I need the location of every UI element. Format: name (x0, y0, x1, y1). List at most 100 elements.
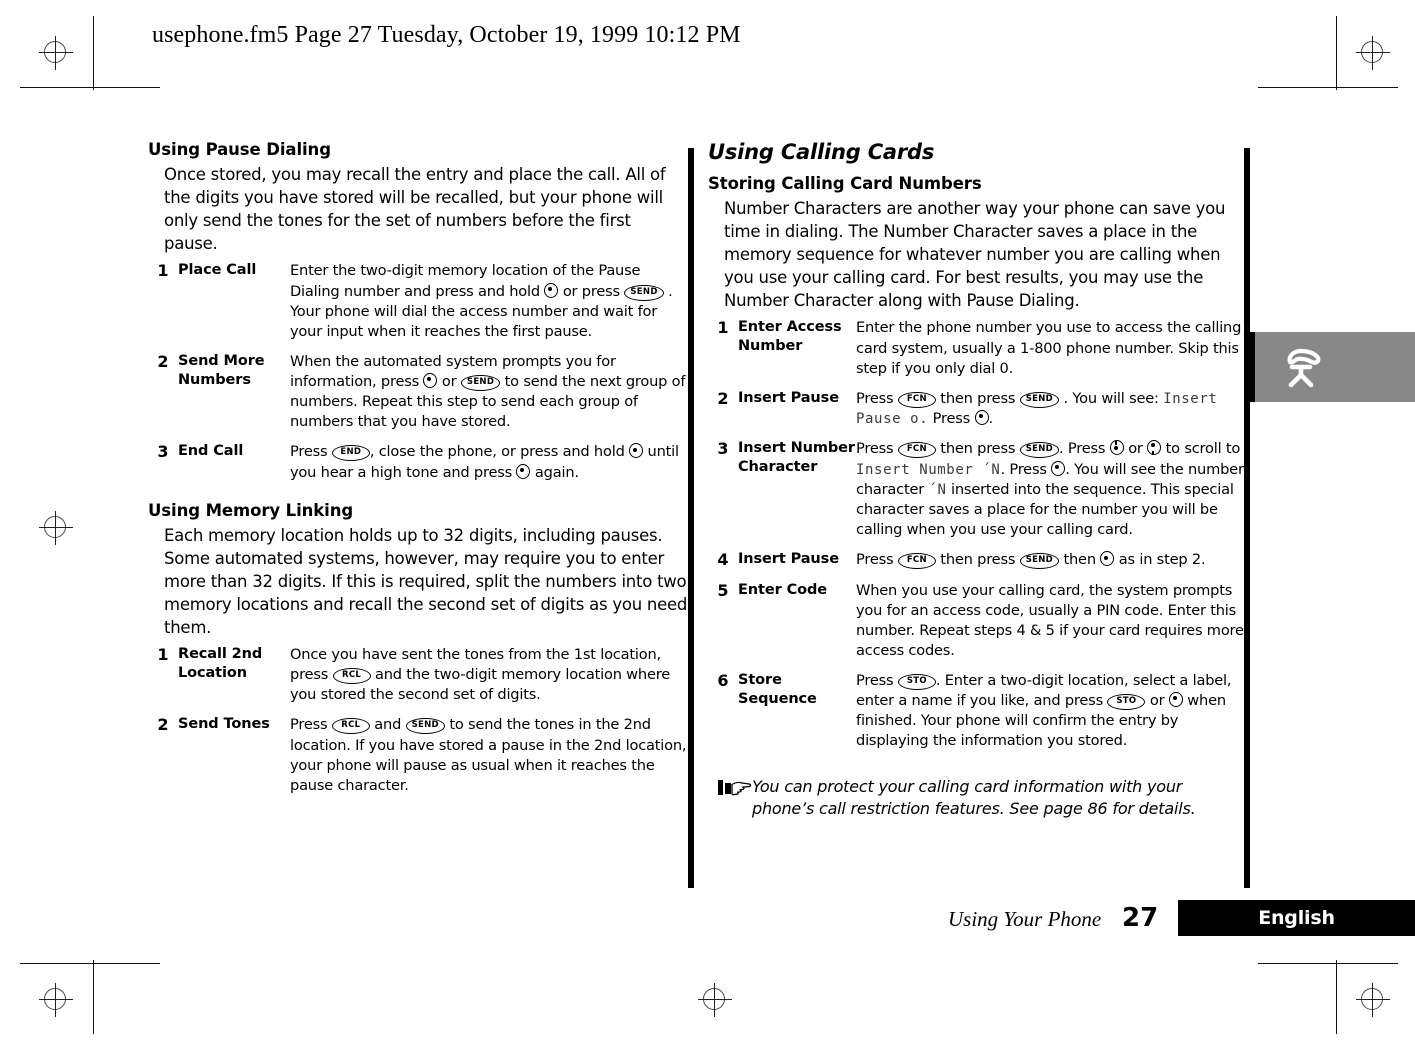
intro-paragraph: Once stored, you may recall the entry an… (164, 165, 666, 254)
select-key-icon (1100, 551, 1115, 567)
select-key-icon (544, 282, 559, 298)
step-description: When the automated system prompts you fo… (290, 352, 686, 431)
section-heading-using-pause-dialing: Using Pause Dialing (148, 140, 331, 159)
step-label: End Call (178, 443, 244, 460)
step-row: 5 Enter Code When you use your calling car… (708, 581, 1248, 672)
registration-mark-bottom-left (39, 983, 73, 1017)
column-rule-left (688, 148, 694, 888)
step-label: Insert Number Character (738, 440, 855, 476)
step-label: Store Sequence (738, 672, 817, 707)
step-row: 2 Send Tones Press RCL and SEND to send th… (148, 715, 688, 806)
step-number: 1 (157, 645, 169, 665)
intro-paragraph: Each memory location holds up to 32 digi… (164, 525, 688, 637)
select-key-icon (1051, 460, 1066, 476)
step-description: Enter the phone number you use to access… (856, 319, 1242, 377)
step-number: 2 (157, 715, 169, 735)
step-number: 4 (717, 550, 729, 570)
step-description: Enter the two-digit memory location of t… (290, 262, 673, 340)
select-key-icon (1168, 692, 1183, 708)
step-table: 1 Place Call Enter the two-digit memory lo… (148, 261, 688, 492)
phone-key-send: SEND (1019, 391, 1060, 408)
step-row: 1 Recall 2nd Location Once you have sent t… (148, 645, 688, 715)
scroll-down-key-icon (1147, 440, 1162, 456)
step-description: Press RCL and SEND to send the tones in … (290, 716, 687, 794)
step-label: Enter Access Number (738, 319, 842, 355)
step-label: Send Tones (178, 716, 270, 733)
step-number: 1 (157, 261, 169, 281)
step-label: Send More Numbers (178, 352, 265, 388)
crop-line-top-left-v (93, 16, 94, 90)
tip-note-text: You can protect your calling card inform… (752, 776, 1196, 818)
step-label: Recall 2nd Location (178, 646, 263, 681)
select-key-icon (423, 373, 438, 388)
crop-line-bottom-right-v (1336, 960, 1337, 1034)
phone-key-rcl: RCL (331, 718, 370, 735)
step-table: 1 Recall 2nd Location Once you have sent t… (148, 645, 688, 806)
step-number: 5 (717, 580, 729, 600)
crop-line-bottom-left-v (93, 960, 94, 1034)
phone-key-end: END (331, 445, 370, 462)
phone-key-fcn: FCN (897, 442, 936, 459)
section-heading-using-memory-linking: Using Memory Linking (148, 500, 354, 520)
crop-line-top-right-h (1258, 87, 1398, 88)
step-row: 4 Insert Pause Press FCN then press SEND t… (708, 550, 1248, 580)
step-number: 2 (157, 351, 169, 371)
step-label: Enter Code (738, 581, 828, 598)
step-row: 1 Place Call Enter the two-digit memory lo… (148, 261, 688, 352)
crop-line-bottom-left-h (20, 963, 160, 964)
crop-line-bottom-right-h (1258, 963, 1398, 964)
step-number: 1 (717, 318, 729, 338)
step-label: Insert Pause (738, 389, 839, 406)
footer-chapter-name: Using Your Phone (948, 907, 1102, 931)
select-key-icon (629, 443, 644, 459)
section-heading-calling-cards: Using Calling Cards (708, 140, 935, 164)
footer-page-number: 27 (1122, 903, 1159, 933)
select-key-icon (974, 410, 989, 426)
phone-key-sto: STO (897, 674, 936, 691)
step-row: 2 Send More Numbers When the automated sys… (148, 352, 688, 443)
step-number: 2 (717, 388, 729, 408)
registration-mark-top-right (1356, 36, 1390, 70)
lcd-display-text: ´N (928, 481, 947, 498)
phone-key-fcn: FCN (897, 553, 936, 570)
footer-language-badge: English (1178, 900, 1415, 936)
phone-key-send: SEND (1019, 553, 1060, 570)
step-label: Insert Pause (738, 551, 839, 568)
subsection-heading-storing-calling-card-numbers: Storing Calling Card Numbers (708, 174, 982, 193)
phone-key-sto: STO (1107, 694, 1146, 711)
registration-mark-middle-left (39, 511, 73, 545)
step-row: 3 Insert Number Character Press FCN then p… (708, 439, 1248, 550)
step-row: 6 Store Sequence Press STO. Enter a two-di… (708, 671, 1248, 762)
thumb-tab-edge (1248, 332, 1255, 402)
person-with-phone-icon (1278, 345, 1326, 389)
registration-mark-bottom-center (698, 983, 732, 1017)
manual-page: usephone.fm5 Page 27 Tuesday, October 19… (0, 0, 1415, 1062)
step-number: 3 (717, 439, 729, 459)
phone-key-rcl: RCL (332, 668, 371, 685)
phone-key-send: SEND (624, 284, 664, 301)
step-row: 1 Enter Access Number Enter the phone numb… (708, 318, 1248, 388)
step-label: Place Call (178, 262, 257, 279)
chapter-thumb-tab (1248, 332, 1415, 402)
phone-key-send: SEND (1019, 442, 1060, 459)
crop-line-top-right-v (1336, 16, 1337, 90)
step-description: Press END, close the phone, or press and… (290, 443, 679, 481)
running-header: usephone.fm5 Page 27 Tuesday, October 19… (152, 22, 741, 48)
step-description: When you use your calling card, the syst… (856, 581, 1244, 659)
registration-mark-top-left (39, 36, 73, 70)
select-key-icon (516, 463, 531, 479)
phone-key-send: SEND (460, 375, 501, 391)
tip-note: You can protect your calling card inform… (708, 776, 1248, 820)
step-row: 2 Insert Pause Press FCN then press SEND .… (708, 389, 1248, 440)
lcd-display-text: Insert Number ´N (856, 461, 1001, 478)
step-number: 3 (157, 442, 169, 462)
phone-key-send: SEND (405, 718, 445, 735)
step-description: Press FCN then press SEND then as in ste… (856, 551, 1206, 570)
crop-line-top-left-h (20, 87, 160, 88)
scroll-up-key-icon (1109, 440, 1124, 456)
step-description: Once you have sent the tones from the 1s… (290, 646, 671, 704)
step-number: 6 (717, 671, 729, 691)
right-column: Using Calling Cards Storing Calling Card… (708, 140, 1248, 820)
step-row: 3 End Call Press END, close the phone, or … (148, 442, 688, 492)
